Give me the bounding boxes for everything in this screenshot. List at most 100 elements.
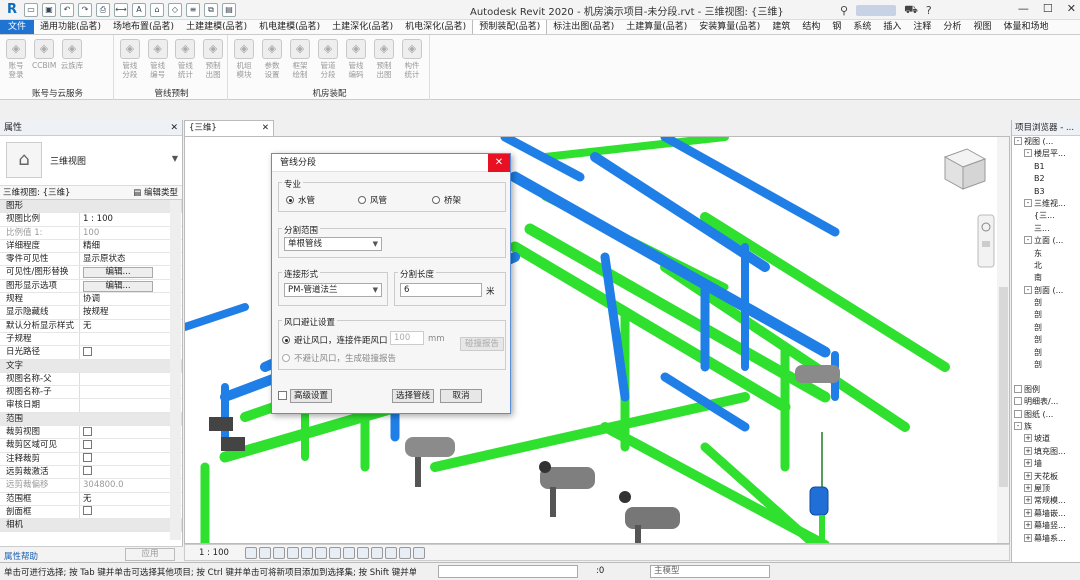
browser-item[interactable]: B1 xyxy=(1012,161,1080,173)
visual-style-icon[interactable] xyxy=(259,547,271,559)
expand-icon[interactable]: + xyxy=(1024,483,1032,492)
ribbon-button[interactable]: ◈ 构件 统计 xyxy=(400,39,424,79)
temp-hide-icon[interactable] xyxy=(357,547,369,559)
ribbon-button[interactable]: ◈ 账号 登录 xyxy=(4,39,28,79)
close-icon[interactable]: ✕ xyxy=(262,121,269,136)
browser-item[interactable]: + 幕墙嵌... xyxy=(1012,508,1080,520)
user-account[interactable] xyxy=(856,5,897,16)
connection-dropdown[interactable]: PM-管道法兰 ▼ xyxy=(284,283,382,297)
property-value[interactable]: 304800.0 xyxy=(80,479,182,491)
browser-item[interactable]: - 楼层平... xyxy=(1012,148,1080,160)
property-checkbox[interactable] xyxy=(83,506,92,516)
property-value[interactable] xyxy=(80,506,182,518)
ribbon-button[interactable]: ◈ 管道 分段 xyxy=(316,39,340,79)
browser-item[interactable]: + 屋顶 xyxy=(1012,483,1080,495)
menu-tab[interactable]: 土建建模(品茗) xyxy=(180,20,253,34)
measure-icon[interactable]: ⟷ xyxy=(114,3,128,17)
switch-windows-icon[interactable]: ▤ xyxy=(222,3,236,17)
property-value[interactable] xyxy=(80,386,182,398)
browser-item[interactable]: + 墙 xyxy=(1012,458,1080,470)
browser-item[interactable]: - 立面 (... xyxy=(1012,235,1080,247)
sun-path-icon[interactable] xyxy=(273,547,285,559)
property-value[interactable]: 协调 xyxy=(80,293,182,305)
ribbon-button[interactable]: ◈ 管线 分段 xyxy=(118,39,142,79)
minimize-button[interactable]: — xyxy=(1018,2,1029,15)
radio-avoid-icon[interactable] xyxy=(282,336,290,344)
radio-air-icon[interactable] xyxy=(358,196,366,204)
collapse-icon[interactable]: - xyxy=(1024,149,1032,158)
collapse-icon[interactable]: - xyxy=(1024,236,1032,245)
ribbon-button[interactable]: ◈ 管线 编码 xyxy=(344,39,368,79)
view-tab[interactable]: {三维} ✕ xyxy=(184,120,274,136)
close-window-button[interactable]: ✕ xyxy=(1067,2,1076,15)
collapse-icon[interactable] xyxy=(1014,409,1022,418)
collapse-icon[interactable] xyxy=(1014,384,1022,393)
redo-icon[interactable]: ↷ xyxy=(78,3,92,17)
menu-tab[interactable]: 插入 xyxy=(877,20,907,34)
browser-item[interactable]: 剖 xyxy=(1012,347,1080,359)
ribbon-button[interactable]: ◈ 机组 模块 xyxy=(232,39,256,79)
property-value[interactable]: 1 : 100 xyxy=(80,213,182,225)
property-checkbox[interactable] xyxy=(83,466,92,476)
expand-icon[interactable]: + xyxy=(1024,521,1032,530)
range-dropdown[interactable]: 单根管线 ▼ xyxy=(284,237,382,251)
cancel-button[interactable]: 取消 xyxy=(440,389,482,403)
properties-scrollbar[interactable] xyxy=(170,200,181,540)
ribbon-button[interactable]: ◈ CCBIM xyxy=(32,39,56,79)
menu-tab[interactable]: 系统 xyxy=(847,20,877,34)
browser-item[interactable]: 东 xyxy=(1012,248,1080,260)
undo-icon[interactable]: ↶ xyxy=(60,3,74,17)
property-value[interactable] xyxy=(80,466,182,478)
ribbon-button[interactable]: ◈ 框架 绘制 xyxy=(288,39,312,79)
property-value[interactable]: 编辑... xyxy=(80,280,182,292)
menu-tab[interactable]: 机电深化(品茗) xyxy=(399,20,472,34)
menu-tab[interactable]: 体量和场地 xyxy=(997,20,1054,34)
property-value[interactable] xyxy=(80,453,182,465)
close-icon[interactable]: ✕ xyxy=(170,120,178,136)
crop-icon[interactable] xyxy=(315,547,327,559)
browser-item[interactable]: 三... xyxy=(1012,223,1080,235)
menu-tab[interactable]: 机电建模(品茗) xyxy=(253,20,326,34)
property-value[interactable] xyxy=(80,346,182,358)
property-value[interactable] xyxy=(80,373,182,385)
chevron-down-icon[interactable]: ▼ xyxy=(172,154,178,163)
ribbon-button[interactable]: ◈ 云族库 xyxy=(60,39,84,79)
browser-item[interactable]: 图纸 (... xyxy=(1012,409,1080,421)
save-icon[interactable]: ▣ xyxy=(42,3,56,17)
browser-item[interactable]: 明细表/... xyxy=(1012,396,1080,408)
menu-tab[interactable]: 安装算量(品茗) xyxy=(693,20,766,34)
browser-item[interactable]: 南 xyxy=(1012,272,1080,284)
radio-no-avoid[interactable]: 不避让风口，生成碰撞报告 xyxy=(282,352,396,364)
menu-tab[interactable]: 建筑 xyxy=(766,20,796,34)
property-section[interactable]: 文字 xyxy=(0,359,182,373)
collapse-icon[interactable]: - xyxy=(1024,285,1032,294)
thin-lines-icon[interactable]: ≡ xyxy=(186,3,200,17)
design-option-dropdown[interactable]: 主模型 xyxy=(650,565,770,578)
maximize-button[interactable]: ☐ xyxy=(1043,2,1053,15)
nav-bar-icon[interactable] xyxy=(977,214,995,268)
3d-view-icon[interactable]: ⌂ xyxy=(150,3,164,17)
property-value[interactable]: 100 xyxy=(80,227,182,239)
expand-icon[interactable]: + xyxy=(1024,496,1032,505)
property-value[interactable]: 精细 xyxy=(80,240,182,252)
property-section[interactable]: 相机 xyxy=(0,519,182,533)
browser-item[interactable] xyxy=(1012,371,1080,383)
help-button[interactable]: ? xyxy=(926,4,932,17)
property-value[interactable] xyxy=(80,399,182,411)
browser-item[interactable]: - 三维视... xyxy=(1012,198,1080,210)
browser-item[interactable]: + 坡道 xyxy=(1012,433,1080,445)
property-value[interactable]: 编辑... xyxy=(80,266,182,279)
ribbon-button[interactable]: ◈ 管线 统计 xyxy=(174,39,198,79)
menu-tab[interactable]: 预制装配(品茗) xyxy=(472,20,548,34)
radio-air-duct[interactable]: 风管 xyxy=(358,194,387,206)
menu-tab[interactable]: 场地布置(品茗) xyxy=(107,20,180,34)
render-icon[interactable] xyxy=(301,547,313,559)
collapse-icon[interactable] xyxy=(1014,397,1022,406)
collision-report-button[interactable]: 碰撞报告 xyxy=(460,337,504,351)
property-value[interactable] xyxy=(80,426,182,438)
menu-tab[interactable]: 通用功能(品茗) xyxy=(34,20,107,34)
lock-view-icon[interactable] xyxy=(343,547,355,559)
open-icon[interactable]: ▭ xyxy=(24,3,38,17)
property-checkbox[interactable] xyxy=(83,426,92,436)
property-value[interactable]: 按规程 xyxy=(80,306,182,318)
